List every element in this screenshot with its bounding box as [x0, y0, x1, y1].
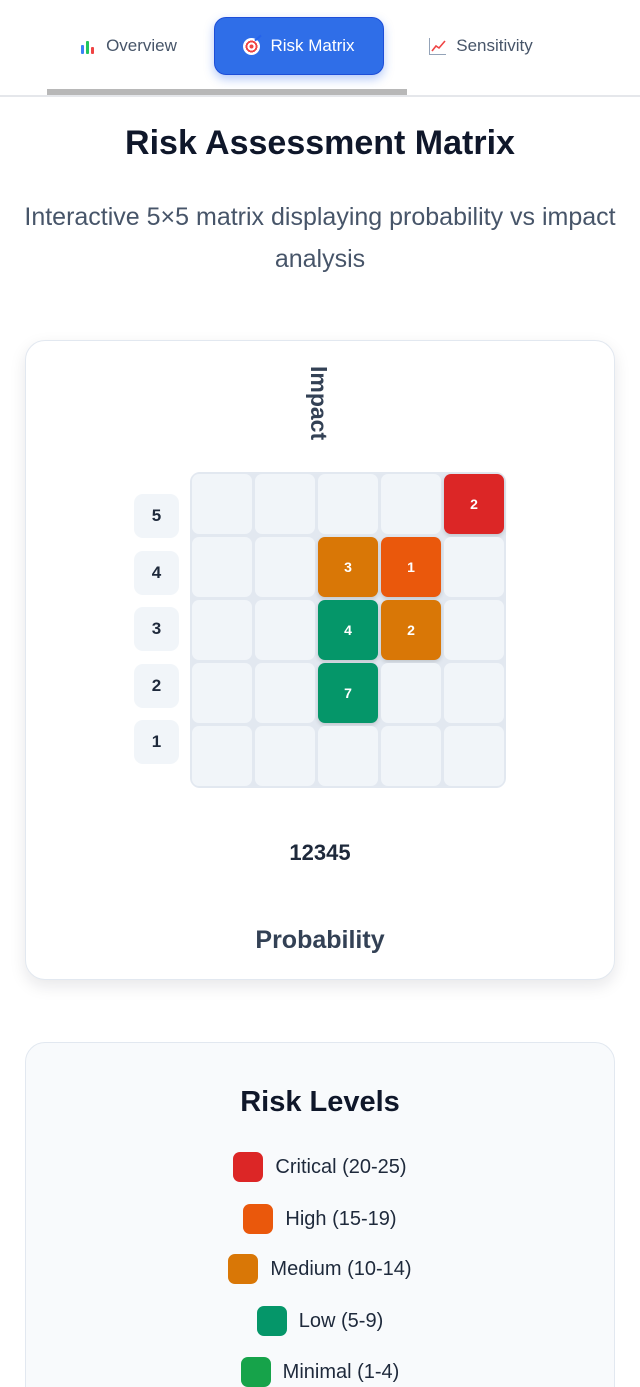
impact-level-label: 4 — [134, 550, 179, 595]
matrix-cell[interactable] — [444, 537, 504, 597]
probability-axis-label: Probability — [255, 926, 385, 954]
tab-risk-matrix[interactable]: Risk Matrix — [214, 17, 384, 75]
matrix-cell[interactable] — [192, 600, 252, 660]
page: Overview Risk Matrix Sensitivity Risk As… — [0, 0, 640, 1387]
bar-chart-icon — [79, 38, 96, 55]
legend-item-medium: Medium (10-14) — [0, 1253, 640, 1285]
legend-label: Minimal (1-4) — [282, 1360, 400, 1383]
matrix-cell[interactable] — [255, 726, 315, 786]
matrix-cell[interactable] — [192, 537, 252, 597]
legend-item-high: High (15-19) — [0, 1203, 640, 1235]
legend-swatch — [243, 1204, 274, 1234]
matrix-cell-filled[interactable]: 7 — [318, 663, 378, 723]
probability-level-labels: 12345 — [289, 840, 351, 865]
matrix-cell[interactable] — [255, 600, 315, 660]
impact-level-label: 2 — [134, 663, 179, 708]
tab-sensitivity[interactable]: Sensitivity — [406, 17, 556, 75]
legend-swatch — [256, 1306, 287, 1336]
tab-risk-matrix-label: Risk Matrix — [270, 36, 355, 55]
impact-axis-label: Impact — [306, 365, 332, 441]
matrix-cell-filled[interactable]: 4 — [318, 600, 378, 660]
matrix-cell[interactable] — [381, 726, 441, 786]
legend-swatch — [228, 1254, 259, 1284]
matrix-cell[interactable] — [255, 537, 315, 597]
risk-matrix-grid: 231427 — [190, 472, 506, 788]
matrix-cell[interactable] — [192, 663, 252, 723]
tab-sensitivity-label: Sensitivity — [456, 36, 533, 55]
tab-overview-label: Overview — [106, 36, 177, 55]
legend-item-minimal: Minimal (1-4) — [0, 1356, 640, 1387]
legend-label: Critical (20-25) — [275, 1155, 407, 1178]
impact-level-label: 1 — [134, 720, 179, 764]
matrix-cell[interactable] — [381, 663, 441, 723]
impact-level-labels: 5 4 3 2 1 — [134, 494, 179, 777]
matrix-cell[interactable] — [381, 474, 441, 534]
legend-item-low: Low (5-9) — [0, 1305, 640, 1337]
impact-level-label: 3 — [134, 607, 179, 651]
matrix-cell[interactable] — [255, 474, 315, 534]
matrix-cell[interactable] — [318, 474, 378, 534]
tab-bar: Overview Risk Matrix Sensitivity — [0, 0, 640, 97]
matrix-cell[interactable] — [192, 726, 252, 786]
legend-title: Risk Levels — [240, 1086, 400, 1118]
legend-swatch — [233, 1152, 264, 1182]
matrix-cell-filled[interactable]: 3 — [318, 537, 378, 597]
matrix-cell[interactable] — [318, 726, 378, 786]
matrix-cell-filled[interactable]: 2 — [381, 600, 441, 660]
matrix-cell[interactable] — [444, 663, 504, 723]
matrix-cell[interactable] — [444, 600, 504, 660]
tab-overview[interactable]: Overview — [48, 17, 208, 75]
matrix-cell[interactable] — [192, 474, 252, 534]
legend-item-critical: Critical (20-25) — [0, 1151, 640, 1183]
matrix-cell-filled[interactable]: 1 — [381, 537, 441, 597]
matrix-cell[interactable] — [444, 726, 504, 786]
legend-swatch — [240, 1357, 271, 1387]
matrix-cell-filled[interactable]: 2 — [444, 474, 504, 534]
matrix-cell[interactable] — [255, 663, 315, 723]
impact-level-label: 5 — [134, 494, 179, 538]
page-title: Risk Assessment Matrix — [125, 124, 515, 162]
legend-label: High (15-19) — [285, 1207, 397, 1230]
line-chart-icon — [429, 37, 447, 55]
legend-label: Low (5-9) — [298, 1309, 384, 1332]
legend-label: Medium (10-14) — [270, 1257, 412, 1280]
scroll-indicator — [47, 89, 407, 95]
target-icon — [243, 37, 261, 55]
page-subtitle: Interactive 5×5 matrix displaying probab… — [24, 203, 616, 273]
